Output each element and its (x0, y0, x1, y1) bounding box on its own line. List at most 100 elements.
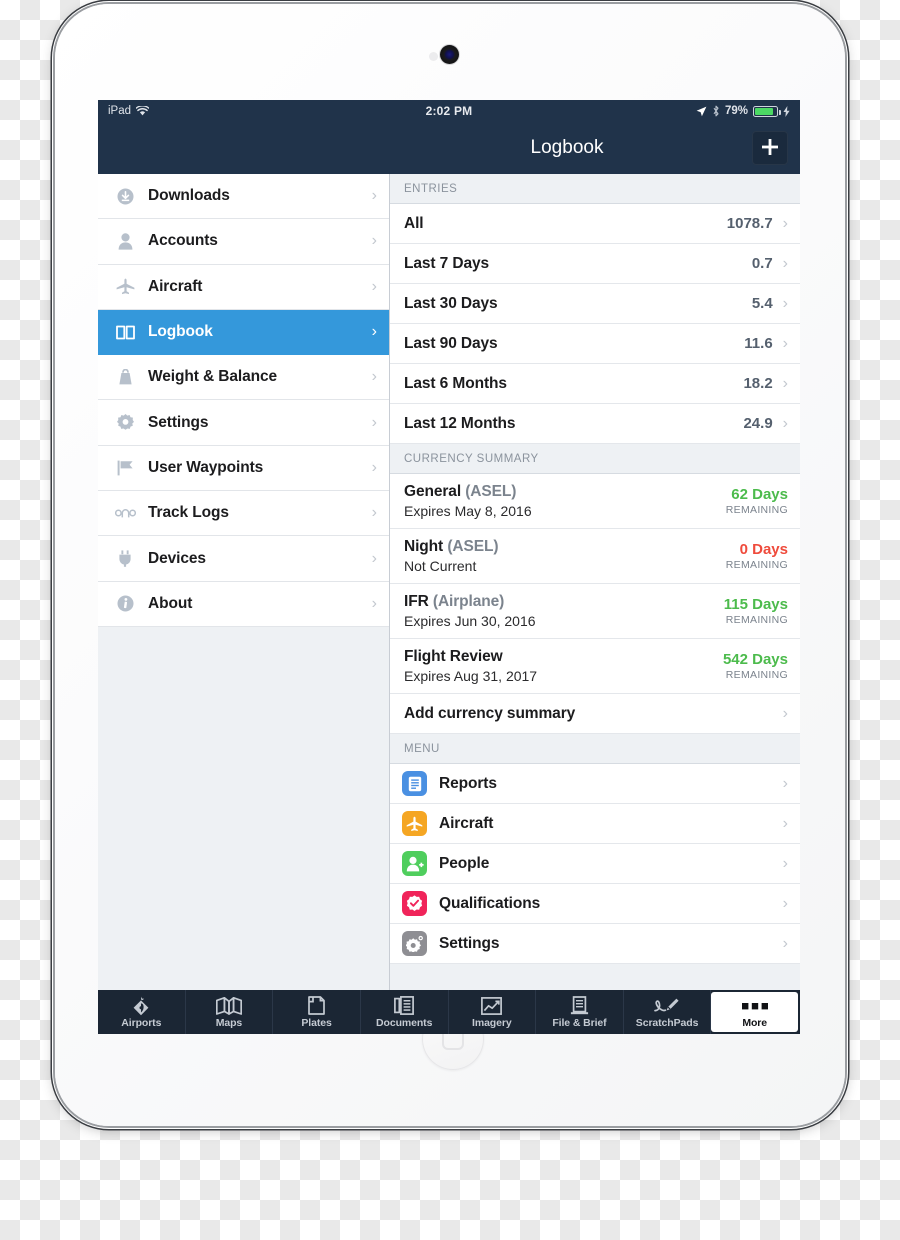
chart-imagery-icon (481, 996, 503, 1016)
gear-icon (112, 412, 138, 434)
chevron-right-icon: › (782, 894, 788, 912)
entry-label: Last 30 Days (404, 294, 498, 312)
sidebar-item-devices[interactable]: Devices › (98, 536, 389, 582)
sidebar-item-label: Aircraft (148, 277, 203, 295)
chevron-right-icon: › (782, 854, 788, 872)
detail-pane: ENTRIES All 1078.7 › Last 7 Days 0.7 › L… (390, 174, 800, 990)
entry-row-last-30-days[interactable]: Last 30 Days 5.4 › (390, 284, 800, 324)
navigation-bar: Logbook (98, 122, 800, 174)
entry-row-last-90-days[interactable]: Last 90 Days 11.6 › (390, 324, 800, 364)
sidebar-item-downloads[interactable]: Downloads › (98, 174, 389, 220)
currency-right: 542 Days REMAINING (723, 646, 788, 686)
entry-row-last-6-months[interactable]: Last 6 Months 18.2 › (390, 364, 800, 404)
sidebar-item-aircraft[interactable]: Aircraft › (98, 264, 389, 310)
currency-days: 0 Days (739, 541, 788, 558)
tab-plates[interactable]: Plates (273, 990, 361, 1034)
menu-row-qualifications[interactable]: Qualifications › (390, 884, 800, 924)
currency-row-ifr[interactable]: IFR (Airplane) Expires Jun 30, 2016 115 … (390, 584, 800, 639)
track-log-icon (112, 502, 138, 524)
sidebar-item-label: Weight & Balance (148, 368, 278, 386)
menu-row-people[interactable]: People › (390, 844, 800, 884)
info-icon (112, 593, 138, 615)
open-book-icon (112, 321, 138, 343)
tab-more[interactable]: More (711, 992, 798, 1032)
currency-row-flight-review[interactable]: Flight Review Expires Aug 31, 2017 542 D… (390, 639, 800, 694)
section-header-currency-summary: CURRENCY SUMMARY (390, 444, 800, 474)
battery-percent-label: 79% (724, 105, 748, 117)
currency-left: Flight Review Expires Aug 31, 2017 (404, 646, 537, 686)
weight-icon (112, 366, 138, 388)
currency-category: (Airplane) (432, 593, 505, 610)
sidebar-item-label: User Waypoints (148, 458, 264, 476)
battery-icon (753, 105, 781, 117)
chevron-right-icon: › (371, 277, 377, 295)
sidebar-item-logbook[interactable]: Logbook › (98, 309, 389, 356)
currency-row-general[interactable]: General (ASEL) Expires May 8, 2016 62 Da… (390, 474, 800, 529)
sidebar-item-about[interactable]: About › (98, 581, 389, 627)
sidebar-item-settings[interactable]: Settings › (98, 400, 389, 446)
chevron-right-icon: › (371, 232, 377, 250)
entry-row-last-12-months[interactable]: Last 12 Months 24.9 › (390, 404, 800, 444)
chevron-right-icon: › (371, 594, 377, 612)
currency-expiry: Not Current (404, 558, 477, 574)
entry-value: 24.9 (743, 415, 773, 432)
chevron-right-icon: › (782, 294, 788, 312)
add-currency-summary-label: Add currency summary (404, 704, 576, 722)
gear-icon (402, 931, 427, 956)
currency-remaining-label: REMAINING (725, 559, 788, 571)
tab-bar: Airports Maps Plates Documents Imagery F… (98, 990, 800, 1034)
tab-imagery[interactable]: Imagery (449, 990, 537, 1034)
menu-row-reports[interactable]: Reports › (390, 764, 800, 804)
documents-icon (394, 996, 415, 1016)
sidebar-item-user-waypoints[interactable]: User Waypoints › (98, 445, 389, 492)
entry-label: Last 6 Months (404, 374, 507, 392)
sidebar-item-accounts[interactable]: Accounts › (98, 219, 389, 265)
file-brief-icon (570, 996, 589, 1016)
flag-icon (112, 457, 138, 479)
status-bar-clock: 2:02 PM (425, 104, 473, 118)
menu-row-aircraft[interactable]: Aircraft › (390, 804, 800, 844)
sidebar-item-label: Logbook (148, 323, 213, 341)
currency-name: Flight Review (404, 648, 537, 666)
airplane-icon (112, 276, 138, 298)
plate-page-icon (308, 996, 325, 1016)
tab-label: File & Brief (552, 1016, 607, 1029)
tab-airports[interactable]: Airports (98, 990, 186, 1034)
section-header-menu: MENU (390, 734, 800, 764)
entry-value: 5.4 (751, 295, 773, 312)
sidebar-item-label: About (148, 594, 193, 612)
currency-name-text: General (404, 483, 462, 500)
currency-row-night[interactable]: Night (ASEL) Not Current 0 Days REMAININ… (390, 529, 800, 584)
location-arrow-icon (696, 106, 707, 117)
tab-maps[interactable]: Maps (186, 990, 274, 1034)
entry-value: 18.2 (743, 375, 773, 392)
currency-name-text: Flight Review (404, 648, 503, 665)
sidebar: Downloads › Accounts › Aircraft › Logboo… (98, 174, 390, 990)
sidebar-item-weight-and-balance[interactable]: Weight & Balance › (98, 355, 389, 401)
currency-name: General (ASEL) (404, 483, 532, 501)
tab-label: ScratchPads (635, 1016, 699, 1029)
chevron-right-icon: › (371, 323, 377, 341)
tab-scratchpads[interactable]: ScratchPads (624, 990, 712, 1034)
add-entry-button[interactable] (752, 131, 788, 165)
tab-file-and-brief[interactable]: File & Brief (536, 990, 624, 1034)
add-currency-summary-row[interactable]: Add currency summary › (390, 694, 800, 734)
menu-row-settings[interactable]: Settings › (390, 924, 800, 964)
lightning-bolt-icon (783, 105, 790, 117)
pencil-scratch-icon (654, 996, 680, 1016)
menu-label: Reports (439, 774, 497, 792)
status-bar-right: 79% (696, 105, 790, 117)
tab-documents[interactable]: Documents (361, 990, 449, 1034)
currency-days: 542 Days (722, 651, 788, 668)
currency-expiry: Expires Aug 31, 2017 (404, 668, 538, 684)
entry-label: Last 12 Months (404, 414, 516, 432)
tab-label: Plates (301, 1016, 332, 1029)
report-document-icon (402, 771, 427, 796)
screenshot-canvas: iPad 2:02 PM 79% Logbook Downloads › Acc… (0, 0, 900, 1240)
battery-fill (755, 107, 774, 115)
entry-row-all[interactable]: All 1078.7 › (390, 204, 800, 244)
sidebar-item-track-logs[interactable]: Track Logs › (98, 491, 389, 537)
entry-row-last-7-days[interactable]: Last 7 Days 0.7 › (390, 244, 800, 284)
currency-right: 0 Days REMAINING (726, 536, 788, 576)
currency-remaining-label: REMAINING (725, 669, 788, 681)
